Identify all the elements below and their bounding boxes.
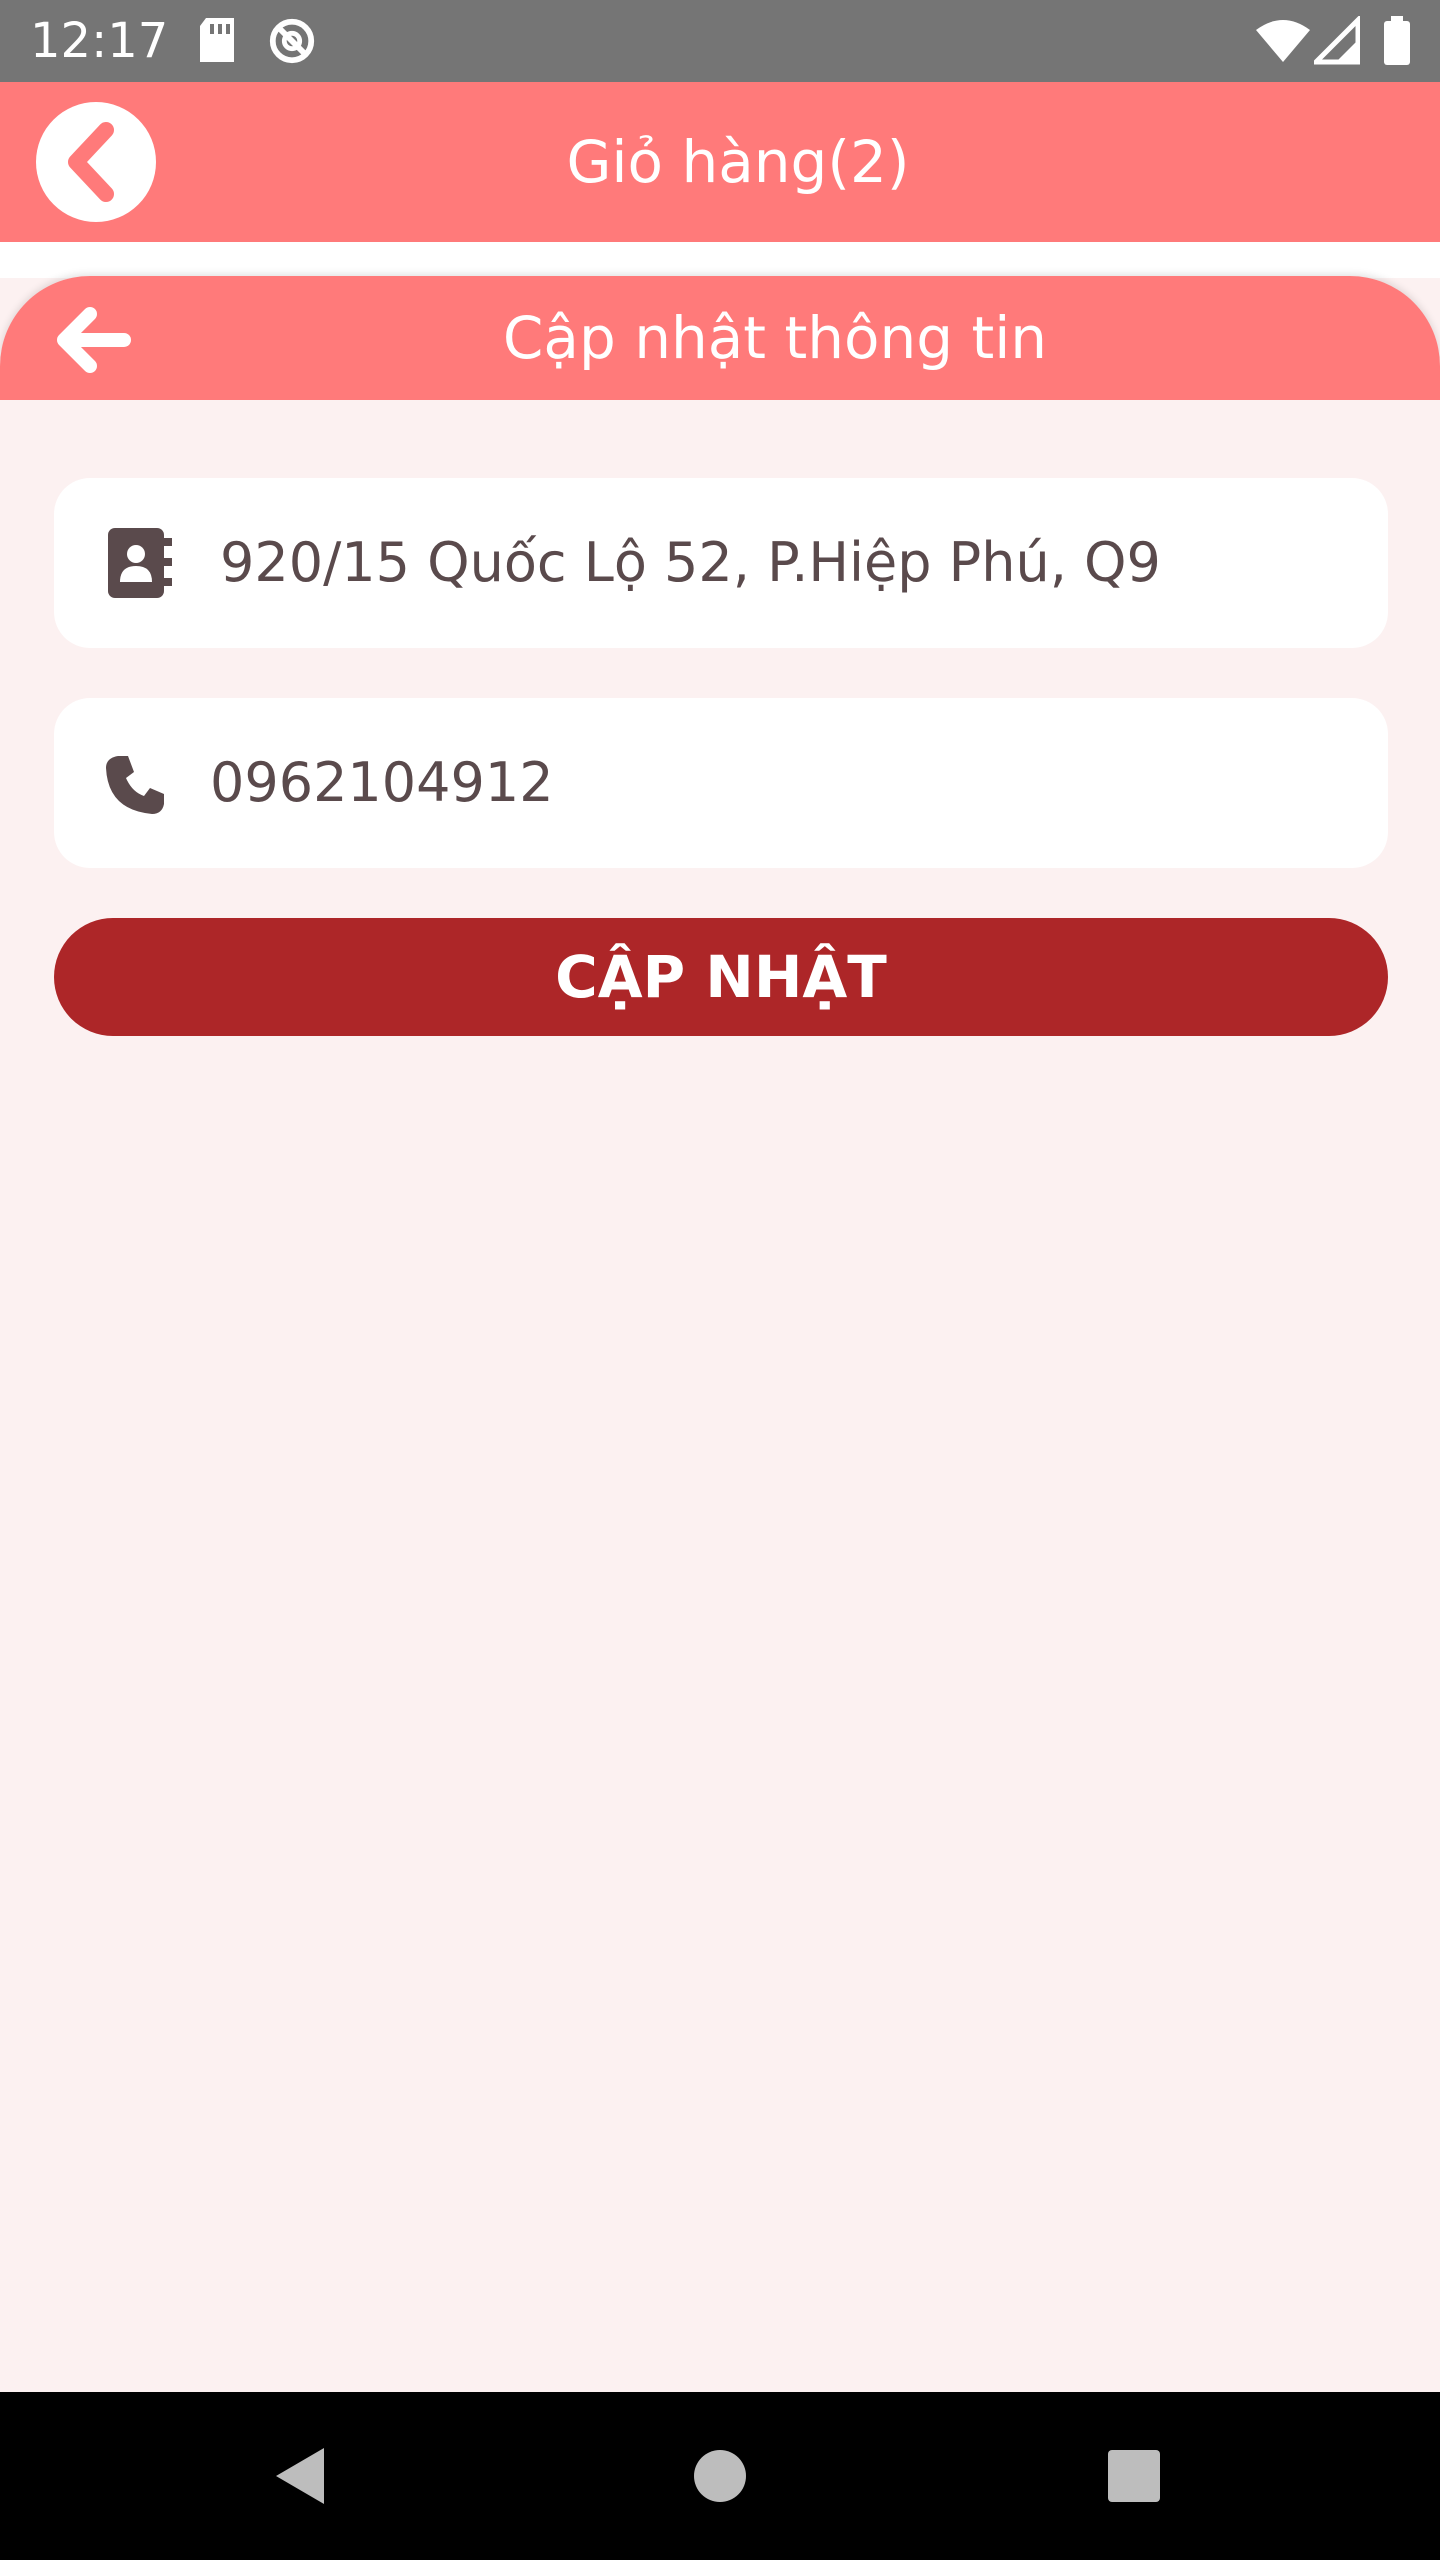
data-saver-icon [269, 18, 315, 64]
signal-icon [1314, 16, 1360, 65]
sd-card-icon [200, 18, 234, 62]
update-button[interactable]: CẬP NHẬT [54, 918, 1388, 1036]
chevron-left-icon [68, 122, 114, 202]
arrow-left-icon[interactable] [50, 298, 134, 382]
address-field[interactable]: 920/15 Quốc Lộ 52, P.Hiệp Phú, Q9 [54, 478, 1388, 648]
home-circle-icon[interactable] [678, 2434, 762, 2518]
phone-field[interactable]: 0962104912 [54, 698, 1388, 868]
back-button[interactable] [36, 102, 156, 222]
sheet-header: Cập nhật thông tin [0, 276, 1440, 400]
sheet-title: Cập nhật thông tin [502, 304, 1048, 372]
battery-icon [1384, 16, 1410, 65]
header-gap [0, 242, 1440, 278]
screen: 12:17 Giỏ hàng(2) Cập nhật thông tin 920… [0, 0, 1440, 2560]
address-value: 920/15 Quốc Lộ 52, P.Hiệp Phú, Q9 [220, 531, 1161, 594]
phone-icon [106, 756, 164, 814]
status-bar: 12:17 [0, 0, 1440, 82]
update-info-sheet: Cập nhật thông tin 920/15 Quốc Lộ 52, P.… [0, 276, 1440, 2392]
address-book-icon [108, 528, 172, 598]
wifi-icon [1256, 20, 1310, 62]
status-time: 12:17 [30, 13, 169, 69]
phone-value: 0962104912 [210, 751, 554, 814]
navigation-bar [0, 2392, 1440, 2560]
app-bar-title: Giỏ hàng(2) [566, 128, 910, 196]
app-bar: Giỏ hàng(2) [0, 82, 1440, 242]
recents-square-icon[interactable] [1092, 2434, 1176, 2518]
back-triangle-icon[interactable] [258, 2434, 342, 2518]
